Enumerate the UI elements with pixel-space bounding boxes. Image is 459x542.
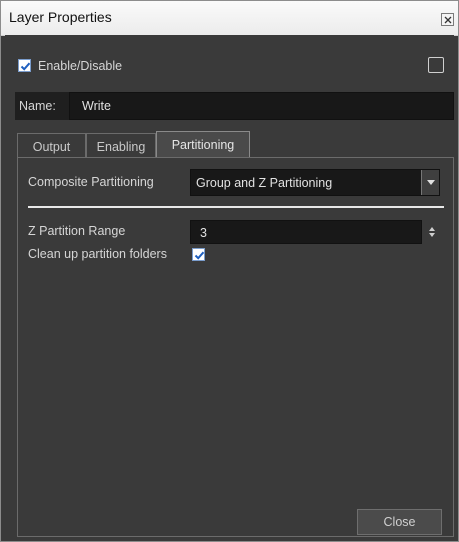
chevron-down-icon bbox=[427, 180, 435, 185]
enable-label: Enable/Disable bbox=[38, 59, 123, 73]
composite-partitioning-value: Group and Z Partitioning bbox=[196, 176, 333, 190]
tab-enabling-label: Enabling bbox=[96, 140, 146, 154]
partitioning-panel: Composite Partitioning Group and Z Parti… bbox=[17, 157, 454, 537]
cleanup-folders-label: Clean up partition folders bbox=[28, 247, 167, 261]
name-row: Name: Write bbox=[15, 92, 454, 120]
tab-output[interactable]: Output bbox=[17, 133, 86, 159]
z-partition-range-value: 3 bbox=[200, 226, 207, 240]
layer-properties-window: Layer Properties Enable/Disable Name: Wr… bbox=[0, 0, 459, 542]
close-button[interactable]: Close bbox=[357, 509, 442, 535]
z-partition-range-field[interactable]: 3 bbox=[190, 220, 422, 244]
z-partition-range-label: Z Partition Range bbox=[28, 224, 126, 238]
enable-checkbox[interactable] bbox=[18, 59, 31, 72]
cleanup-folders-checkbox[interactable] bbox=[192, 248, 205, 261]
name-field[interactable]: Write bbox=[69, 92, 454, 120]
checkmark-icon bbox=[20, 62, 31, 71]
color-swatch-box[interactable] bbox=[428, 57, 444, 73]
tab-output-label: Output bbox=[32, 140, 71, 154]
checkmark-icon bbox=[194, 251, 205, 260]
window-title: Layer Properties bbox=[9, 9, 112, 25]
tab-partitioning[interactable]: Partitioning bbox=[156, 131, 250, 157]
title-bar[interactable]: Layer Properties bbox=[1, 1, 458, 36]
window-close-icon[interactable] bbox=[441, 13, 454, 26]
tab-enabling[interactable]: Enabling bbox=[86, 133, 156, 159]
spinner-arrows-icon[interactable] bbox=[427, 224, 437, 240]
composite-partitioning-label: Composite Partitioning bbox=[28, 175, 154, 189]
dropdown-button[interactable] bbox=[421, 170, 439, 195]
name-label: Name: bbox=[19, 99, 56, 113]
composite-partitioning-dropdown[interactable]: Group and Z Partitioning bbox=[190, 169, 440, 196]
dialog-content: Enable/Disable Name: Write Output Enabli… bbox=[5, 35, 454, 539]
tab-partitioning-label: Partitioning bbox=[171, 138, 235, 152]
separator-line bbox=[28, 206, 444, 208]
